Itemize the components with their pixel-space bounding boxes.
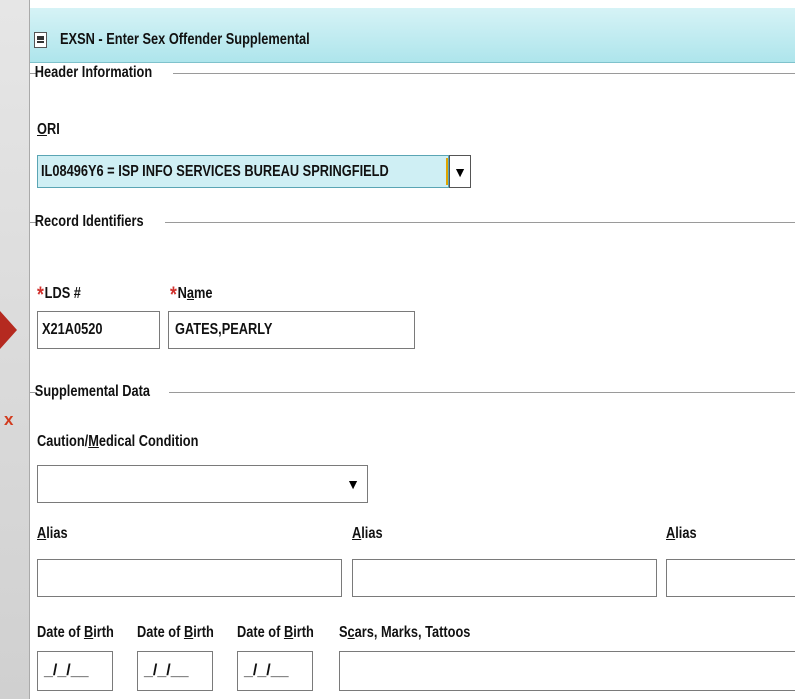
lds-label-text: LDS # bbox=[44, 285, 81, 302]
section-legend: Supplemental Data bbox=[34, 383, 151, 400]
title-bar: EXSN - Enter Sex Offender Supplemental bbox=[30, 8, 795, 63]
caution-medical-label: Caution/Medical Condition bbox=[37, 433, 198, 451]
alias-label-accesskey: A bbox=[666, 525, 676, 542]
caution-label-text: edical Condition bbox=[98, 433, 199, 450]
name-input[interactable]: GATES,PEARLY bbox=[168, 311, 415, 349]
dob-input-3[interactable]: _/_/__ bbox=[237, 651, 313, 691]
alias-label-3: Alias bbox=[666, 525, 697, 543]
dob-mask: _/_/__ bbox=[244, 662, 289, 679]
annotation-x-mark: x bbox=[4, 410, 14, 429]
dob-label-text: Date of bbox=[237, 624, 284, 641]
required-asterisk-icon: * bbox=[37, 282, 44, 307]
alias-label-text: lias bbox=[46, 525, 68, 542]
alias-label-accesskey: A bbox=[37, 525, 47, 542]
ori-select[interactable]: IL08496Y6 = ISP INFO SERVICES BUREAU SPR… bbox=[37, 155, 449, 188]
ori-label-text: RI bbox=[46, 121, 60, 138]
name-label-accesskey: a bbox=[186, 285, 195, 302]
alias-label-accesskey: A bbox=[352, 525, 362, 542]
section-rule bbox=[165, 222, 795, 223]
dob-label-accesskey: B bbox=[283, 624, 294, 641]
lds-number-value: X21A0520 bbox=[42, 321, 103, 338]
scars-marks-tattoos-input[interactable] bbox=[339, 651, 795, 691]
smt-label-text: S bbox=[339, 624, 348, 641]
ori-dropdown-button[interactable]: ▼ bbox=[449, 155, 471, 188]
caution-label-text: Caution/ bbox=[37, 433, 89, 450]
dob-label-accesskey: B bbox=[183, 624, 194, 641]
dob-input-2[interactable]: _/_/__ bbox=[137, 651, 213, 691]
window-menu-icon[interactable] bbox=[34, 32, 47, 48]
alias-input-3[interactable] bbox=[666, 559, 795, 597]
dob-label-text: Date of bbox=[37, 624, 84, 641]
name-label-text: me bbox=[194, 285, 213, 302]
dob-label-text: irth bbox=[193, 624, 214, 641]
ori-select-value: IL08496Y6 = ISP INFO SERVICES BUREAU SPR… bbox=[41, 163, 389, 180]
dob-label-text: Date of bbox=[137, 624, 184, 641]
lds-number-input[interactable]: X21A0520 bbox=[37, 311, 160, 349]
pointer-arrow-icon bbox=[0, 311, 17, 349]
lds-label: *LDS # bbox=[37, 278, 81, 307]
chevron-down-icon: ▼ bbox=[453, 163, 467, 180]
form-panel: EXSN - Enter Sex Offender Supplemental H… bbox=[29, 0, 795, 699]
dob-label-accesskey: B bbox=[83, 624, 94, 641]
name-value: GATES,PEARLY bbox=[175, 321, 273, 338]
dob-mask: _/_/__ bbox=[44, 662, 89, 679]
section-legend: Header Information bbox=[34, 64, 153, 81]
dob-label-text: irth bbox=[293, 624, 314, 641]
dob-mask: _/_/__ bbox=[144, 662, 189, 679]
dob-input-1[interactable]: _/_/__ bbox=[37, 651, 113, 691]
focus-caret bbox=[446, 158, 448, 185]
section-legend: Record Identifiers bbox=[34, 213, 144, 230]
dob-label-3: Date of Birth bbox=[237, 624, 314, 642]
alias-input-2[interactable] bbox=[352, 559, 657, 597]
dob-label-1: Date of Birth bbox=[37, 624, 114, 642]
smt-label-text: ars, Marks, Tattoos bbox=[354, 624, 471, 641]
alias-input-1[interactable] bbox=[37, 559, 342, 597]
window-title: EXSN - Enter Sex Offender Supplemental bbox=[60, 31, 310, 48]
section-rule bbox=[169, 392, 795, 393]
section-rule bbox=[173, 73, 795, 74]
smt-label-accesskey: c bbox=[347, 624, 355, 641]
required-asterisk-icon: * bbox=[170, 282, 177, 307]
left-margin bbox=[0, 0, 29, 699]
dob-label-2: Date of Birth bbox=[137, 624, 214, 642]
chevron-down-icon[interactable]: ▼ bbox=[343, 466, 363, 502]
alias-label-2: Alias bbox=[352, 525, 383, 543]
alias-label-text: lias bbox=[675, 525, 697, 542]
caution-label-accesskey: M bbox=[88, 433, 99, 450]
ori-label: ORI bbox=[37, 121, 60, 139]
alias-label-text: lias bbox=[361, 525, 383, 542]
caution-medical-select[interactable]: ▼ bbox=[37, 465, 368, 503]
name-label-text: N bbox=[177, 285, 187, 302]
dob-label-text: irth bbox=[93, 624, 114, 641]
name-label: *Name bbox=[170, 278, 213, 307]
alias-label-1: Alias bbox=[37, 525, 68, 543]
ori-label-accesskey: O bbox=[37, 121, 47, 138]
scars-marks-tattoos-label: Scars, Marks, Tattoos bbox=[339, 624, 470, 642]
